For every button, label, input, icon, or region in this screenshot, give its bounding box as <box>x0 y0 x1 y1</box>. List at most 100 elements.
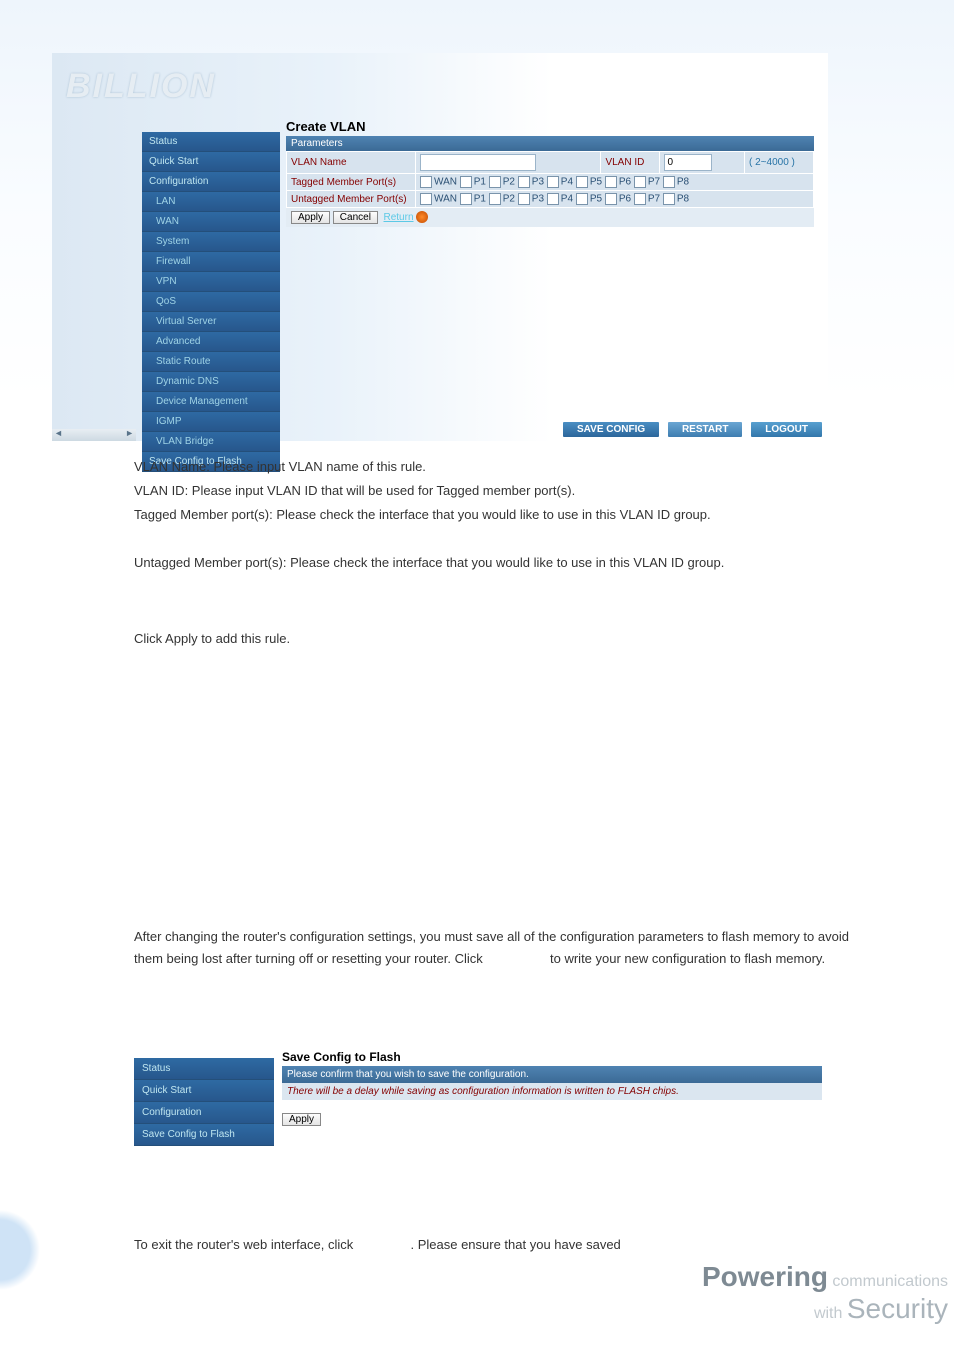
label-tagged: Tagged Member Port(s) <box>287 174 416 191</box>
desc-save-b: to write your new configuration to flash… <box>550 951 825 966</box>
apply-area: Apply <box>282 1100 822 1126</box>
sidebar-item-vlan-bridge[interactable]: VLAN Bridge <box>142 432 280 452</box>
desc-save-config: After changing the router's configuratio… <box>134 926 854 970</box>
delay-bar: There will be a delay while saving as co… <box>282 1083 822 1100</box>
return-link[interactable]: Return <box>384 212 414 223</box>
check-untagged-p1[interactable] <box>460 193 472 205</box>
port-p4: P4 <box>561 177 573 188</box>
uport-p3: P3 <box>532 194 544 205</box>
save-apply-button[interactable]: Apply <box>282 1113 321 1126</box>
sidebar-item-quick-start[interactable]: Quick Start <box>142 152 280 172</box>
tagged-ports-row: WAN P1 P2 P3 P4 P5 P6 P7 P8 <box>416 174 814 191</box>
desc-logout: To exit the router's web interface, clic… <box>134 1234 854 1256</box>
sidebar-item-vpn[interactable]: VPN <box>142 272 280 292</box>
check-tagged-p7[interactable] <box>634 176 646 188</box>
sidebar-item-static-route[interactable]: Static Route <box>142 352 280 372</box>
check-tagged-wan[interactable] <box>420 176 432 188</box>
desc-logout-b: . Please ensure that you have saved <box>410 1237 620 1252</box>
check-tagged-p3[interactable] <box>518 176 530 188</box>
restart-button[interactable]: RESTART <box>668 422 742 437</box>
check-untagged-p6[interactable] <box>605 193 617 205</box>
tag-powering: Powering <box>702 1261 828 1292</box>
scrollbar[interactable] <box>52 429 136 441</box>
save-config-button[interactable]: SAVE CONFIG <box>563 422 659 437</box>
sidebar-item-firewall[interactable]: Firewall <box>142 252 280 272</box>
check-untagged-p3[interactable] <box>518 193 530 205</box>
sidebar-item-virtual-server[interactable]: Virtual Server <box>142 312 280 332</box>
sidebar-item-dynamic-dns[interactable]: Dynamic DNS <box>142 372 280 392</box>
sb2-save-config[interactable]: Save Config to Flash <box>134 1124 274 1146</box>
check-untagged-p5[interactable] <box>576 193 588 205</box>
sb2-configuration[interactable]: Configuration <box>134 1102 274 1124</box>
label-vlan-name: VLAN Name <box>287 152 416 174</box>
uport-p7: P7 <box>648 194 660 205</box>
desc-apply: Click Apply to add this rule. <box>134 628 854 650</box>
confirm-bar: Please confirm that you wish to save the… <box>282 1066 822 1083</box>
apply-button[interactable]: Apply <box>291 211 330 224</box>
check-tagged-p5[interactable] <box>576 176 588 188</box>
screenshot-create-vlan: BILLION Status Quick Start Configuration… <box>52 53 828 441</box>
check-untagged-p2[interactable] <box>489 193 501 205</box>
uport-p5: P5 <box>590 194 602 205</box>
sidebar-item-advanced[interactable]: Advanced <box>142 332 280 352</box>
port-p5: P5 <box>590 177 602 188</box>
sb2-status[interactable]: Status <box>134 1058 274 1080</box>
check-tagged-p1[interactable] <box>460 176 472 188</box>
sidebar-item-lan[interactable]: LAN <box>142 192 280 212</box>
untagged-ports-row: WAN P1 P2 P3 P4 P5 P6 P7 P8 <box>416 191 814 208</box>
screenshot-save-config: Status Quick Start Configuration Save Co… <box>134 1048 834 1144</box>
check-untagged-p8[interactable] <box>663 193 675 205</box>
main-panel: Create VLAN Parameters VLAN Name VLAN ID… <box>286 119 814 227</box>
footer-buttons: SAVE CONFIG RESTART LOGOUT <box>557 422 822 437</box>
cell-vlan-id <box>660 152 745 174</box>
check-untagged-p4[interactable] <box>547 193 559 205</box>
uport-p8: P8 <box>677 194 689 205</box>
parameters-bar: Parameters <box>286 136 814 151</box>
save-config-title: Save Config to Flash <box>282 1050 822 1064</box>
sidebar-item-system[interactable]: System <box>142 232 280 252</box>
port-wan: WAN <box>434 177 457 188</box>
desc-tagged: Tagged Member port(s): Please check the … <box>134 504 854 526</box>
uport-p1: P1 <box>474 194 486 205</box>
sidebar-item-wan[interactable]: WAN <box>142 212 280 232</box>
desc-logout-a: To exit the router's web interface, clic… <box>134 1237 357 1252</box>
check-tagged-p4[interactable] <box>547 176 559 188</box>
desc-vlan-id: VLAN ID: Please input VLAN ID that will … <box>134 480 854 502</box>
port-p2: P2 <box>503 177 515 188</box>
sidebar-item-igmp[interactable]: IGMP <box>142 412 280 432</box>
return-icon[interactable] <box>416 211 428 223</box>
check-untagged-wan[interactable] <box>420 193 432 205</box>
check-untagged-p7[interactable] <box>634 193 646 205</box>
vlan-table: VLAN Name VLAN ID ( 2~4000 ) Tagged Memb… <box>286 151 814 208</box>
port-p1: P1 <box>474 177 486 188</box>
cancel-button[interactable]: Cancel <box>333 211 378 224</box>
vlan-id-input[interactable] <box>664 154 712 171</box>
sidebar-item-status[interactable]: Status <box>142 132 280 152</box>
label-untagged: Untagged Member Port(s) <box>287 191 416 208</box>
port-p7: P7 <box>648 177 660 188</box>
vlan-name-input[interactable] <box>420 154 536 171</box>
check-tagged-p8[interactable] <box>663 176 675 188</box>
cell-vlan-name-input <box>416 152 601 174</box>
sidebar-item-device-management[interactable]: Device Management <box>142 392 280 412</box>
desc-vlan-name: VLAN Name: Please input VLAN name of thi… <box>134 456 854 478</box>
check-tagged-p6[interactable] <box>605 176 617 188</box>
sidebar-2: Status Quick Start Configuration Save Co… <box>134 1058 274 1146</box>
label-vlan-id: VLAN ID <box>601 152 660 174</box>
port-p6: P6 <box>619 177 631 188</box>
logout-button[interactable]: LOGOUT <box>751 422 822 437</box>
uport-p4: P4 <box>561 194 573 205</box>
sidebar-item-qos[interactable]: QoS <box>142 292 280 312</box>
port-p3: P3 <box>532 177 544 188</box>
tag-security: Security <box>847 1293 948 1324</box>
button-row: Apply Cancel Return <box>286 208 814 227</box>
panel-title: Create VLAN <box>286 119 814 134</box>
tag-comm: communications <box>828 1273 948 1290</box>
sb2-quick-start[interactable]: Quick Start <box>134 1080 274 1102</box>
check-tagged-p2[interactable] <box>489 176 501 188</box>
save-config-panel: Save Config to Flash Please confirm that… <box>282 1050 822 1126</box>
footer-tagline: Powering communications with Security <box>702 1261 948 1325</box>
tag-with: with <box>814 1305 847 1322</box>
sidebar-item-configuration[interactable]: Configuration <box>142 172 280 192</box>
desc-untagged: Untagged Member port(s): Please check th… <box>134 552 854 574</box>
